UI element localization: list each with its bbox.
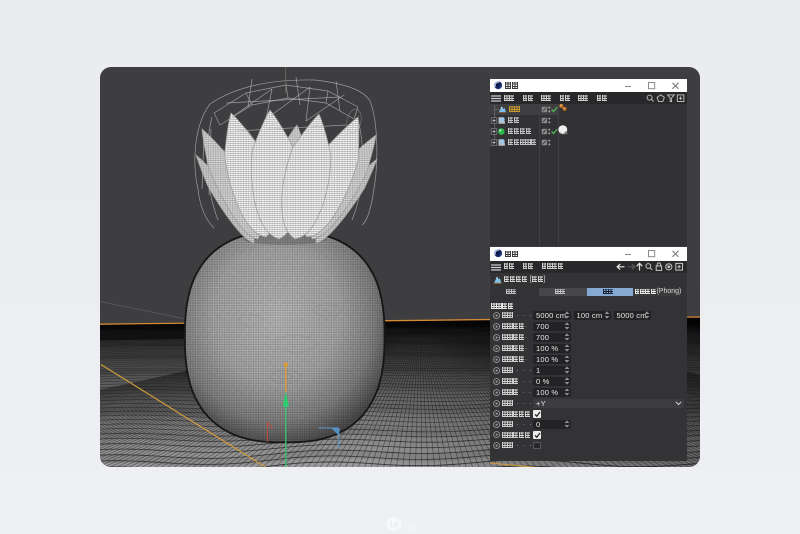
svg-text:UI: UI — [390, 519, 399, 529]
svg-text:cn: cn — [408, 523, 419, 534]
